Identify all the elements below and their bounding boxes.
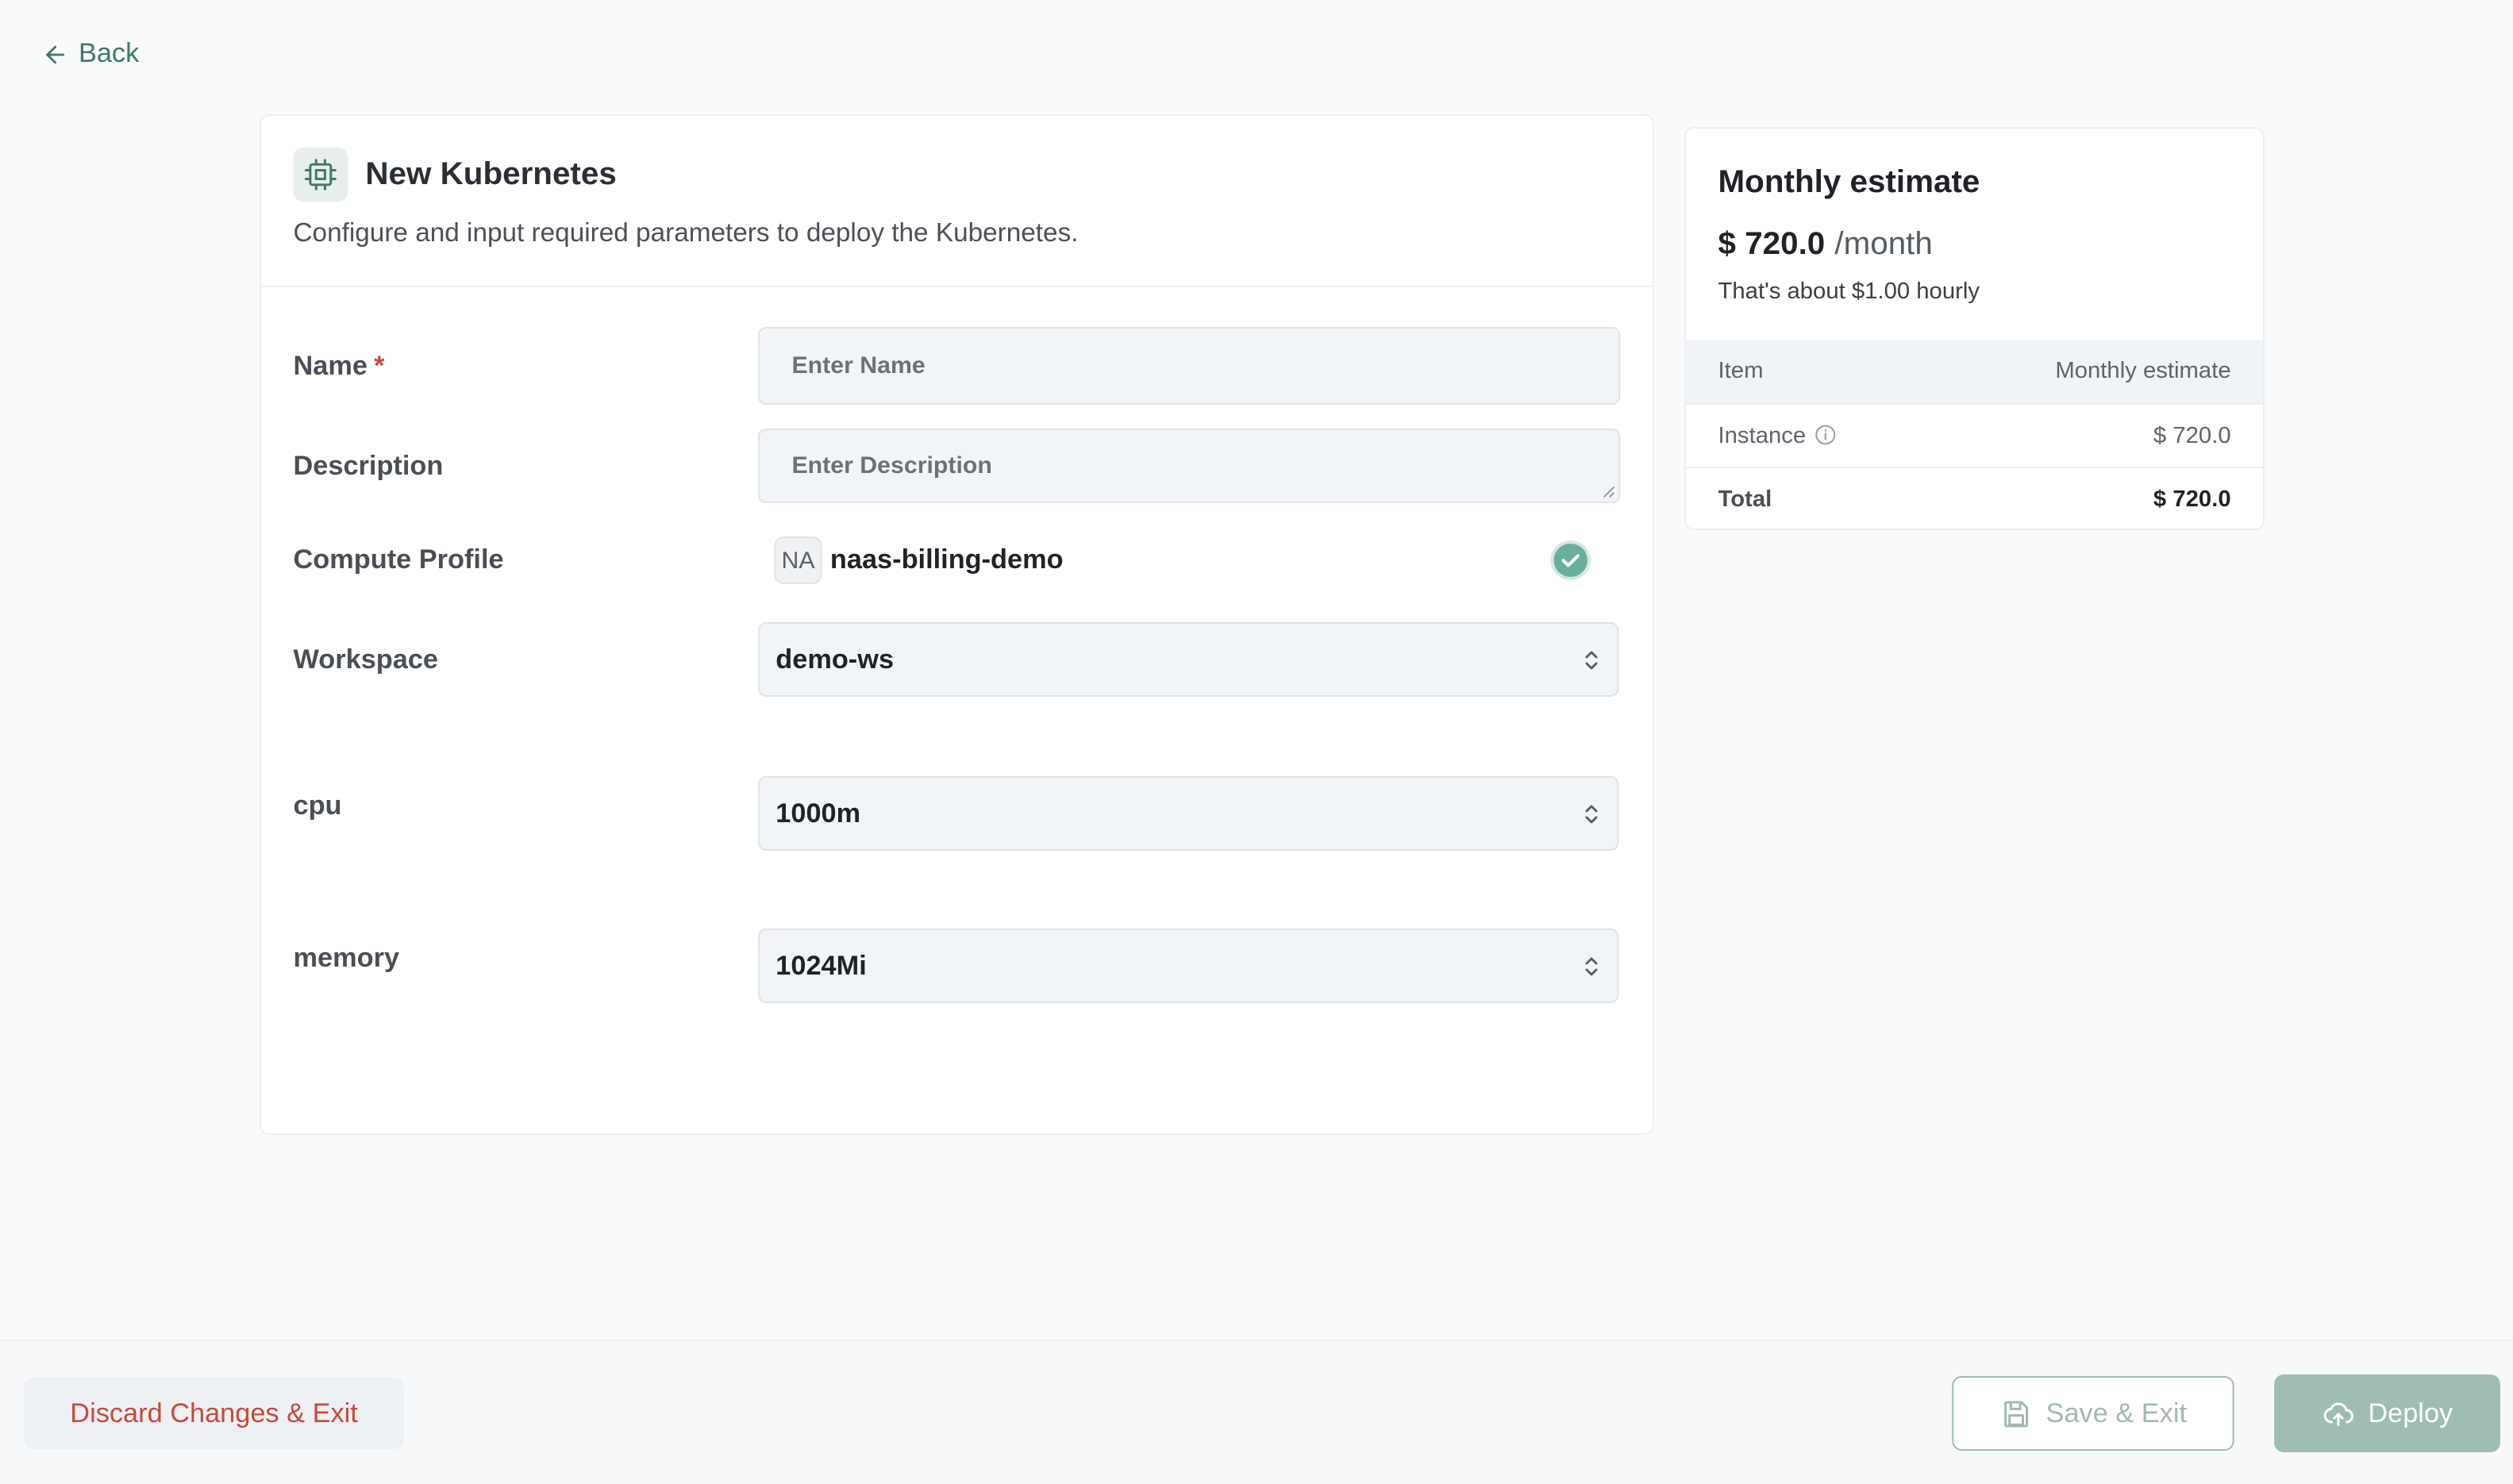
description-placeholder: Enter Description bbox=[791, 452, 992, 479]
check-circle-icon bbox=[1550, 540, 1591, 581]
estimate-card: Monthly estimate $ 720.0/month That's ab… bbox=[1684, 127, 2265, 530]
estimate-price: $ 720.0/month bbox=[1718, 227, 1933, 262]
memory-row: memory 1024Mi bbox=[294, 928, 1621, 1003]
profile-badge: NA bbox=[774, 536, 822, 584]
table-row: Instance $ 720.0 bbox=[1686, 403, 2264, 467]
floppy-disk-icon bbox=[2003, 1400, 2028, 1427]
compute-profile-row: Compute Profile NA naas-billing-demo bbox=[294, 536, 1621, 584]
description-textarea[interactable]: Enter Description bbox=[758, 429, 1621, 503]
estimate-hourly-note: That's about $1.00 hourly bbox=[1718, 279, 1980, 305]
cpu-value: 1000m bbox=[775, 798, 861, 828]
page-subtitle: Configure and input required parameters … bbox=[293, 219, 1079, 248]
chevron-up-down-icon bbox=[1585, 804, 1598, 823]
compute-profile-selector[interactable]: NA naas-billing-demo bbox=[758, 536, 1620, 584]
memory-select[interactable]: 1024Mi bbox=[758, 928, 1619, 1003]
chevron-up-down-icon bbox=[1585, 650, 1598, 669]
save-exit-button[interactable]: Save & Exit bbox=[1952, 1376, 2234, 1451]
chip-icon bbox=[293, 148, 348, 202]
table-header-item: Item bbox=[1718, 359, 1764, 384]
form-card: New Kubernetes Configure and input requi… bbox=[260, 114, 1654, 1135]
back-label: Back bbox=[78, 38, 140, 68]
cpu-label: cpu bbox=[293, 790, 342, 820]
compute-profile-label: Compute Profile bbox=[293, 544, 504, 575]
info-icon[interactable] bbox=[1814, 423, 1836, 445]
table-header-row: Item Monthly estimate bbox=[1686, 340, 2264, 403]
page: Back New Kubernetes Configure and input … bbox=[0, 0, 2513, 1484]
table-cell-item: Instance bbox=[1718, 423, 1837, 448]
footer-bar: Discard Changes & Exit Save & Exit Deplo… bbox=[0, 1340, 2513, 1484]
name-input[interactable]: Enter Name bbox=[758, 327, 1621, 405]
table-cell-amount: $ 720.0 bbox=[2153, 423, 2231, 448]
discard-button[interactable]: Discard Changes & Exit bbox=[24, 1378, 404, 1449]
chevron-up-down-icon bbox=[1585, 956, 1598, 975]
workspace-row: Workspace demo-ws bbox=[294, 622, 1621, 697]
estimate-title: Monthly estimate bbox=[1718, 165, 1980, 200]
profile-name: naas-billing-demo bbox=[829, 544, 1064, 575]
deploy-label: Deploy bbox=[2368, 1397, 2453, 1428]
workspace-value: demo-ws bbox=[775, 644, 895, 674]
table-header-estimate: Monthly estimate bbox=[2055, 359, 2231, 384]
total-amount: $ 720.0 bbox=[2153, 486, 2231, 512]
cpu-select[interactable]: 1000m bbox=[758, 776, 1619, 851]
resize-grip-icon[interactable] bbox=[1601, 484, 1615, 498]
save-exit-label: Save & Exit bbox=[2045, 1397, 2187, 1428]
workspace-select[interactable]: demo-ws bbox=[758, 622, 1619, 697]
back-link[interactable]: Back bbox=[41, 38, 139, 70]
required-mark: * bbox=[374, 350, 385, 380]
name-label: Name * bbox=[293, 350, 385, 380]
description-label: Description bbox=[293, 450, 444, 480]
memory-label: memory bbox=[293, 942, 400, 972]
table-total-row: Total $ 720.0 bbox=[1686, 467, 2264, 529]
cloud-upload-icon bbox=[2323, 1401, 2353, 1425]
name-row: Name * Enter Name bbox=[294, 327, 1621, 405]
total-label: Total bbox=[1718, 486, 1772, 512]
memory-value: 1024Mi bbox=[775, 950, 867, 980]
description-row: Description Enter Description bbox=[294, 429, 1621, 503]
page-title: New Kubernetes bbox=[365, 156, 617, 191]
cpu-row: cpu 1000m bbox=[294, 776, 1621, 851]
deploy-button[interactable]: Deploy bbox=[2274, 1374, 2500, 1452]
form-header: New Kubernetes Configure and input requi… bbox=[261, 116, 1653, 287]
estimate-table: Item Monthly estimate Instance $ 720.0 T… bbox=[1686, 340, 2264, 529]
workspace-label: Workspace bbox=[293, 644, 439, 674]
arrow-left-icon bbox=[46, 44, 65, 63]
